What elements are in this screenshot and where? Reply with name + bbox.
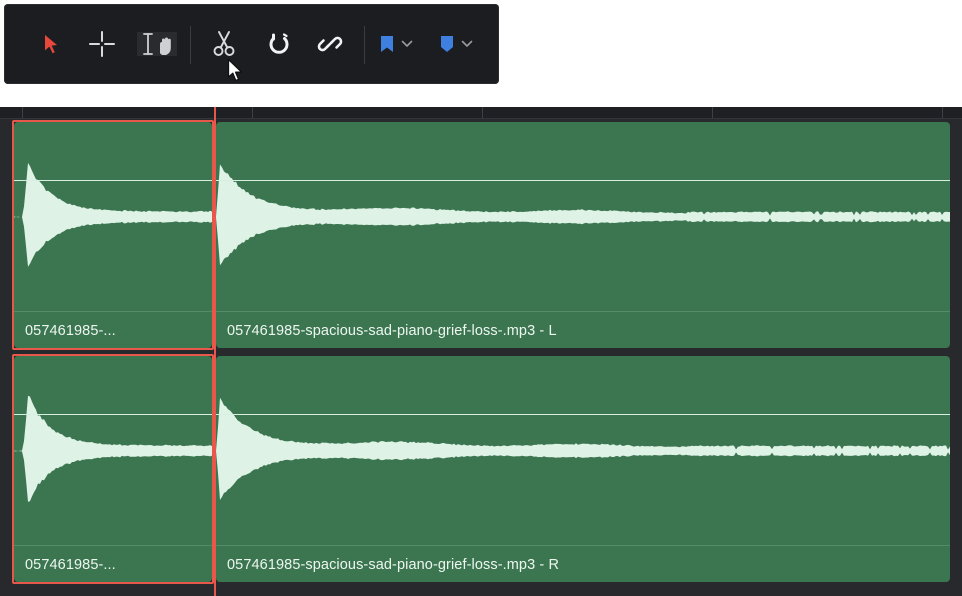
timeline-toolbar bbox=[4, 4, 499, 84]
clip-name: 057461985-spacious-sad-piano-grief-loss-… bbox=[227, 323, 557, 339]
clip-name-bar: 057461985-... bbox=[14, 311, 212, 348]
link-icon bbox=[317, 36, 343, 52]
playhead[interactable] bbox=[214, 107, 216, 596]
ruler-tick bbox=[252, 107, 253, 118]
timeline-ruler[interactable] bbox=[0, 107, 962, 119]
chevron-down-icon bbox=[401, 40, 413, 48]
chevron-down-icon bbox=[461, 40, 473, 48]
clip-name-bar: 057461985-... bbox=[14, 545, 212, 582]
waveform-shape bbox=[14, 162, 212, 267]
flag-dropdown[interactable] bbox=[379, 24, 413, 64]
linked-selection-button[interactable] bbox=[310, 24, 350, 64]
clip-name: 057461985-... bbox=[25, 323, 116, 339]
selection-mode-button[interactable] bbox=[31, 24, 71, 64]
range-selection-button[interactable] bbox=[135, 24, 181, 64]
arrow-pointer-icon bbox=[45, 35, 57, 54]
clip-level-line bbox=[14, 414, 212, 415]
ruler-tick bbox=[942, 107, 943, 118]
blade-edit-mode-button[interactable] bbox=[204, 24, 244, 64]
clip-level-line bbox=[216, 180, 950, 181]
magnet-icon bbox=[269, 33, 289, 54]
audio-timeline[interactable]: 057461985-... 057461985-spacious-sad-pia… bbox=[0, 107, 962, 596]
ruler-tick bbox=[22, 107, 23, 118]
marker-icon bbox=[441, 36, 453, 52]
text-cursor-hand-icon bbox=[137, 32, 177, 56]
audio-clip-left-main[interactable]: 057461985-spacious-sad-piano-grief-loss-… bbox=[216, 122, 950, 348]
toolbar-divider bbox=[190, 26, 191, 64]
audio-clip-right-main[interactable]: 057461985-spacious-sad-piano-grief-loss-… bbox=[216, 356, 950, 582]
audio-track-left: 057461985-... 057461985-spacious-sad-pia… bbox=[12, 120, 950, 350]
audio-clip-left-head[interactable]: 057461985-... bbox=[14, 122, 212, 348]
marker-dropdown[interactable] bbox=[439, 24, 473, 64]
edit-page: 057461985-... 057461985-spacious-sad-pia… bbox=[0, 0, 962, 596]
clip-name-bar: 057461985-spacious-sad-piano-grief-loss-… bbox=[216, 545, 950, 582]
clip-name-bar: 057461985-spacious-sad-piano-grief-loss-… bbox=[216, 311, 950, 348]
clip-name: 057461985-spacious-sad-piano-grief-loss-… bbox=[227, 557, 560, 573]
flag-icon bbox=[381, 36, 393, 52]
waveform-shape bbox=[14, 395, 212, 502]
clip-level-line bbox=[14, 180, 212, 181]
audio-clip-right-head[interactable]: 057461985-... bbox=[14, 356, 212, 582]
crosshair-icon bbox=[89, 31, 115, 57]
toolbar-divider bbox=[364, 26, 365, 64]
ruler-tick bbox=[482, 107, 483, 118]
snapping-button[interactable] bbox=[259, 24, 299, 64]
clip-name: 057461985-... bbox=[25, 557, 116, 573]
ruler-tick bbox=[712, 107, 713, 118]
audio-track-right: 057461985-... 057461985-spacious-sad-pia… bbox=[12, 354, 950, 584]
trim-edit-mode-button[interactable] bbox=[82, 24, 122, 64]
scissors-icon bbox=[213, 31, 235, 56]
clip-level-line bbox=[216, 414, 950, 415]
